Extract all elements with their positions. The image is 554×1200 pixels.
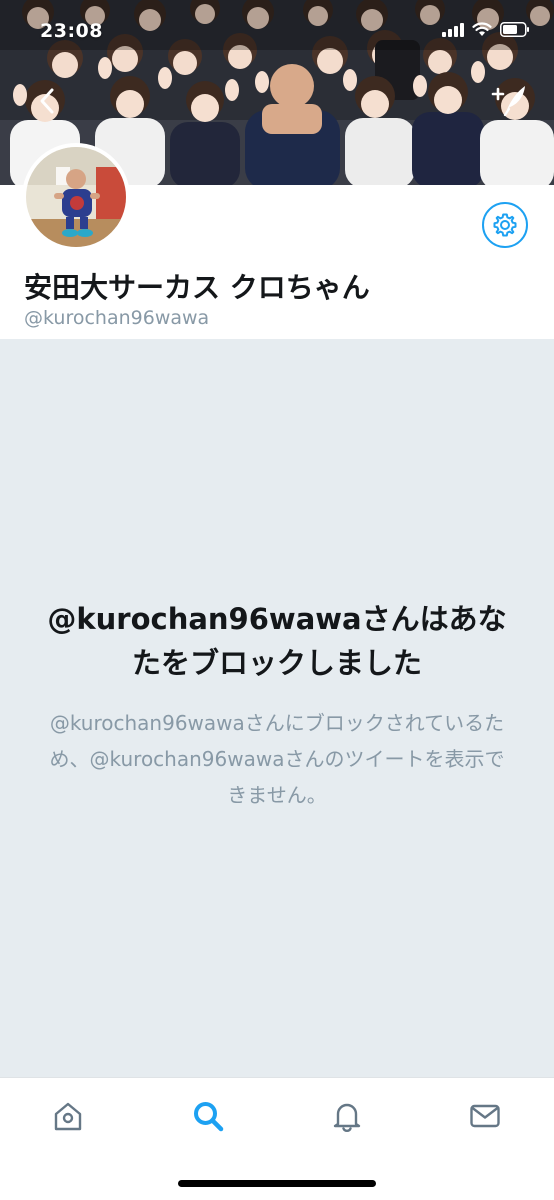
cellular-signal-icon — [442, 22, 464, 37]
home-indicator[interactable] — [178, 1180, 376, 1187]
status-icons — [442, 22, 530, 37]
status-bar: 23:08 — [0, 0, 554, 58]
compose-tweet-button[interactable] — [486, 80, 530, 120]
back-button[interactable] — [30, 84, 64, 118]
profile-display-name: 安田大サーカス クロちゃん — [24, 271, 370, 304]
avatar[interactable] — [22, 143, 130, 251]
wifi-icon — [472, 22, 492, 36]
tab-search[interactable] — [188, 1096, 228, 1136]
envelope-icon — [470, 1104, 500, 1128]
avatar-photo — [26, 147, 126, 247]
profile-handle: @kurochan96wawa — [24, 307, 210, 329]
tab-notifications[interactable] — [327, 1096, 367, 1136]
bottom-tab-bar — [0, 1077, 554, 1200]
battery-icon — [500, 22, 529, 37]
bell-icon — [333, 1103, 361, 1132]
blocked-title: @kurochan96wawaさんはあなたをブロックしました — [47, 602, 507, 680]
chevron-left-icon — [40, 88, 54, 114]
home-icon — [54, 1102, 82, 1131]
settings-button[interactable] — [482, 202, 528, 248]
gear-icon — [493, 213, 517, 237]
compose-tweet-icon — [491, 86, 525, 117]
status-time: 23:08 — [40, 20, 103, 42]
blocked-description: @kurochan96wawaさんにブロックされているため、@kurochan9… — [49, 711, 505, 807]
tab-home[interactable] — [48, 1096, 88, 1136]
tab-messages[interactable] — [465, 1096, 505, 1136]
search-icon — [194, 1102, 224, 1132]
blocked-message-panel: @kurochan96wawaさんはあなたをブロックしました @kurochan… — [0, 339, 554, 1077]
